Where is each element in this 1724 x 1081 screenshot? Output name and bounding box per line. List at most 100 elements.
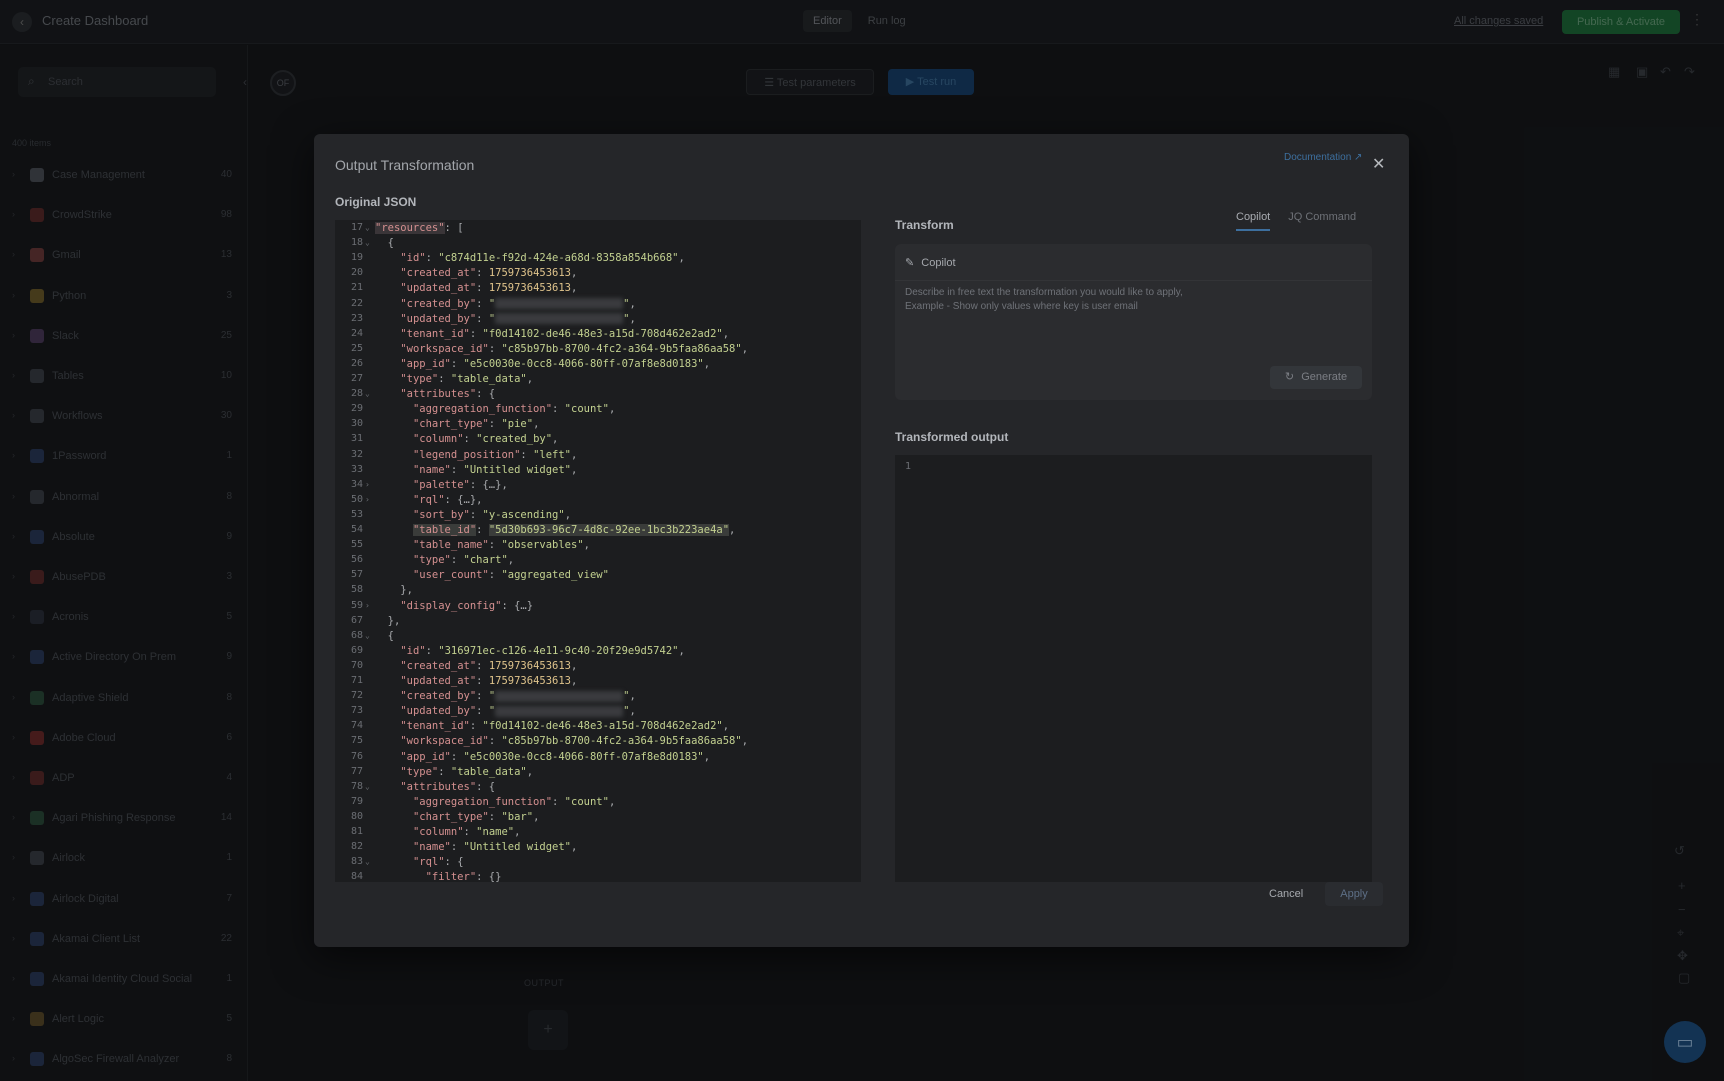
json-key: "attributes"	[400, 388, 477, 401]
fold-toggle-icon[interactable]: ⌄	[365, 782, 370, 791]
json-punctuation	[375, 464, 413, 476]
json-punctuation	[375, 479, 413, 491]
json-key: "id"	[400, 252, 426, 265]
line-number: 56	[350, 554, 363, 566]
code-text: "updated_at": 1759736453613,	[375, 282, 577, 294]
json-punctuation	[375, 735, 400, 747]
json-key: "chart_type"	[412, 418, 489, 431]
fold-toggle-icon[interactable]: ›	[365, 601, 370, 610]
code-text: "id": "c874d11e-f92d-424e-a68d-8358a854b…	[375, 252, 685, 264]
output-transformation-dialog: Output Transformation Documentation ↗ ✕ …	[314, 134, 1409, 947]
json-punctuation	[375, 343, 400, 355]
code-line: 71 "updated_at": 1759736453613,	[335, 675, 861, 690]
json-punctuation	[375, 751, 400, 763]
json-key: "user_count"	[412, 569, 489, 582]
json-punctuation: ,	[564, 508, 572, 521]
generate-label: Generate	[1301, 371, 1348, 383]
json-key: "chart_type"	[412, 810, 489, 823]
copilot-prompt-input[interactable]: Describe in free text the transformation…	[905, 286, 1183, 314]
json-punctuation: :	[425, 644, 439, 657]
code-text: "id": "316971ec-c126-4e11-9c40-20f29e9d5…	[375, 645, 685, 657]
json-string: "pie"	[501, 418, 534, 431]
code-text: "display_config": {…}	[375, 600, 533, 612]
transform-tabs: Copilot JQ Command	[1236, 211, 1356, 231]
close-icon[interactable]: ✕	[1372, 154, 1385, 174]
line-number: 59	[350, 599, 363, 611]
json-key: "palette"	[412, 478, 470, 491]
json-punctuation: ,	[741, 342, 749, 355]
line-number: 22	[350, 297, 363, 309]
json-key: "created_at"	[400, 267, 477, 280]
code-line: 17 ⌄ "resources": [	[335, 222, 861, 237]
json-punctuation	[375, 645, 400, 657]
line-number: 69	[350, 644, 363, 656]
line-number: 33	[350, 463, 363, 475]
cancel-button[interactable]: Cancel	[1269, 888, 1303, 900]
json-key: "aggregation_function"	[412, 403, 553, 416]
line-number: 53	[350, 508, 363, 520]
transformed-output-editor[interactable]: 1	[895, 455, 1372, 882]
json-punctuation	[375, 826, 413, 838]
line-number: 31	[350, 433, 363, 445]
code-text: "app_id": "e5c0030e-0cc8-4066-80ff-07af8…	[375, 751, 710, 763]
code-text: {	[375, 237, 394, 249]
json-punctuation: :	[488, 569, 502, 582]
json-string: "Untitled widget"	[463, 841, 571, 854]
json-string: "Untitled widget"	[463, 463, 571, 476]
code-line: 53 "sort_by": "y-ascending",	[335, 509, 861, 524]
json-punctuation	[375, 388, 400, 400]
json-punctuation: :	[469, 720, 483, 733]
code-line: 21 "updated_at": 1759736453613,	[335, 282, 861, 297]
code-text: "workspace_id": "c85b97bb-8700-4fc2-a364…	[375, 735, 748, 747]
fold-toggle-icon[interactable]: ›	[365, 480, 370, 489]
code-line: 27 "type": "table_data",	[335, 373, 861, 388]
json-punctuation: ,	[571, 659, 578, 672]
json-key: "type"	[400, 765, 439, 778]
fold-toggle-icon[interactable]: ⌄	[365, 389, 370, 398]
code-line: 81 "column": "name",	[335, 826, 861, 841]
json-key: "app_id"	[400, 750, 451, 763]
json-key: "workspace_id"	[400, 735, 489, 748]
json-key: "legend_position"	[412, 448, 521, 461]
json-punctuation: : {…},	[444, 493, 483, 506]
code-line: 70 "created_at": 1759736453613,	[335, 660, 861, 675]
json-key: "updated_at"	[400, 675, 477, 687]
json-string: "table_data"	[450, 765, 527, 778]
code-line: 31 "column": "created_by",	[335, 433, 861, 448]
code-text: "aggregation_function": "count",	[375, 796, 615, 808]
fold-toggle-icon[interactable]: ⌄	[365, 631, 370, 640]
code-text: },	[375, 615, 401, 627]
documentation-link[interactable]: Documentation ↗	[1284, 152, 1362, 163]
generate-button[interactable]: ↻ Generate	[1270, 366, 1362, 389]
tab-jq-command[interactable]: JQ Command	[1288, 211, 1356, 231]
json-punctuation	[375, 449, 413, 461]
fold-toggle-icon[interactable]: ⌄	[365, 238, 370, 247]
fold-toggle-icon[interactable]: ›	[365, 495, 370, 504]
tab-copilot[interactable]: Copilot	[1236, 211, 1271, 231]
json-punctuation: :	[438, 765, 451, 778]
code-text: "created_at": 1759736453613,	[375, 660, 577, 672]
json-punctuation: {	[375, 237, 394, 250]
json-punctuation: ,	[741, 735, 749, 748]
redacted-value	[495, 298, 624, 309]
code-text: "palette": {…},	[375, 479, 508, 491]
json-key: "created_at"	[400, 659, 477, 672]
line-number: 17	[350, 222, 363, 233]
json-key: "type"	[400, 373, 439, 385]
line-number: 55	[350, 539, 363, 551]
fold-toggle-icon[interactable]: ⌄	[365, 223, 370, 232]
json-punctuation	[375, 509, 413, 521]
json-string: "bar"	[501, 810, 534, 823]
json-key: "app_id"	[400, 357, 451, 370]
json-key: "attributes"	[400, 780, 477, 793]
original-json-editor[interactable]: 17 ⌄ "resources": [18 ⌄ {19 "id": "c874d11e…	[335, 220, 861, 882]
json-punctuation: ,	[722, 720, 730, 733]
json-punctuation: :	[476, 524, 489, 536]
fold-toggle-icon[interactable]: ⌄	[365, 857, 370, 866]
json-punctuation	[375, 781, 400, 793]
apply-button[interactable]: Apply	[1325, 882, 1383, 906]
code-text: "workspace_id": "c85b97bb-8700-4fc2-a364…	[375, 343, 748, 355]
json-punctuation: ,	[729, 524, 736, 536]
code-line: 67 },	[335, 615, 861, 630]
json-punctuation	[375, 433, 413, 445]
